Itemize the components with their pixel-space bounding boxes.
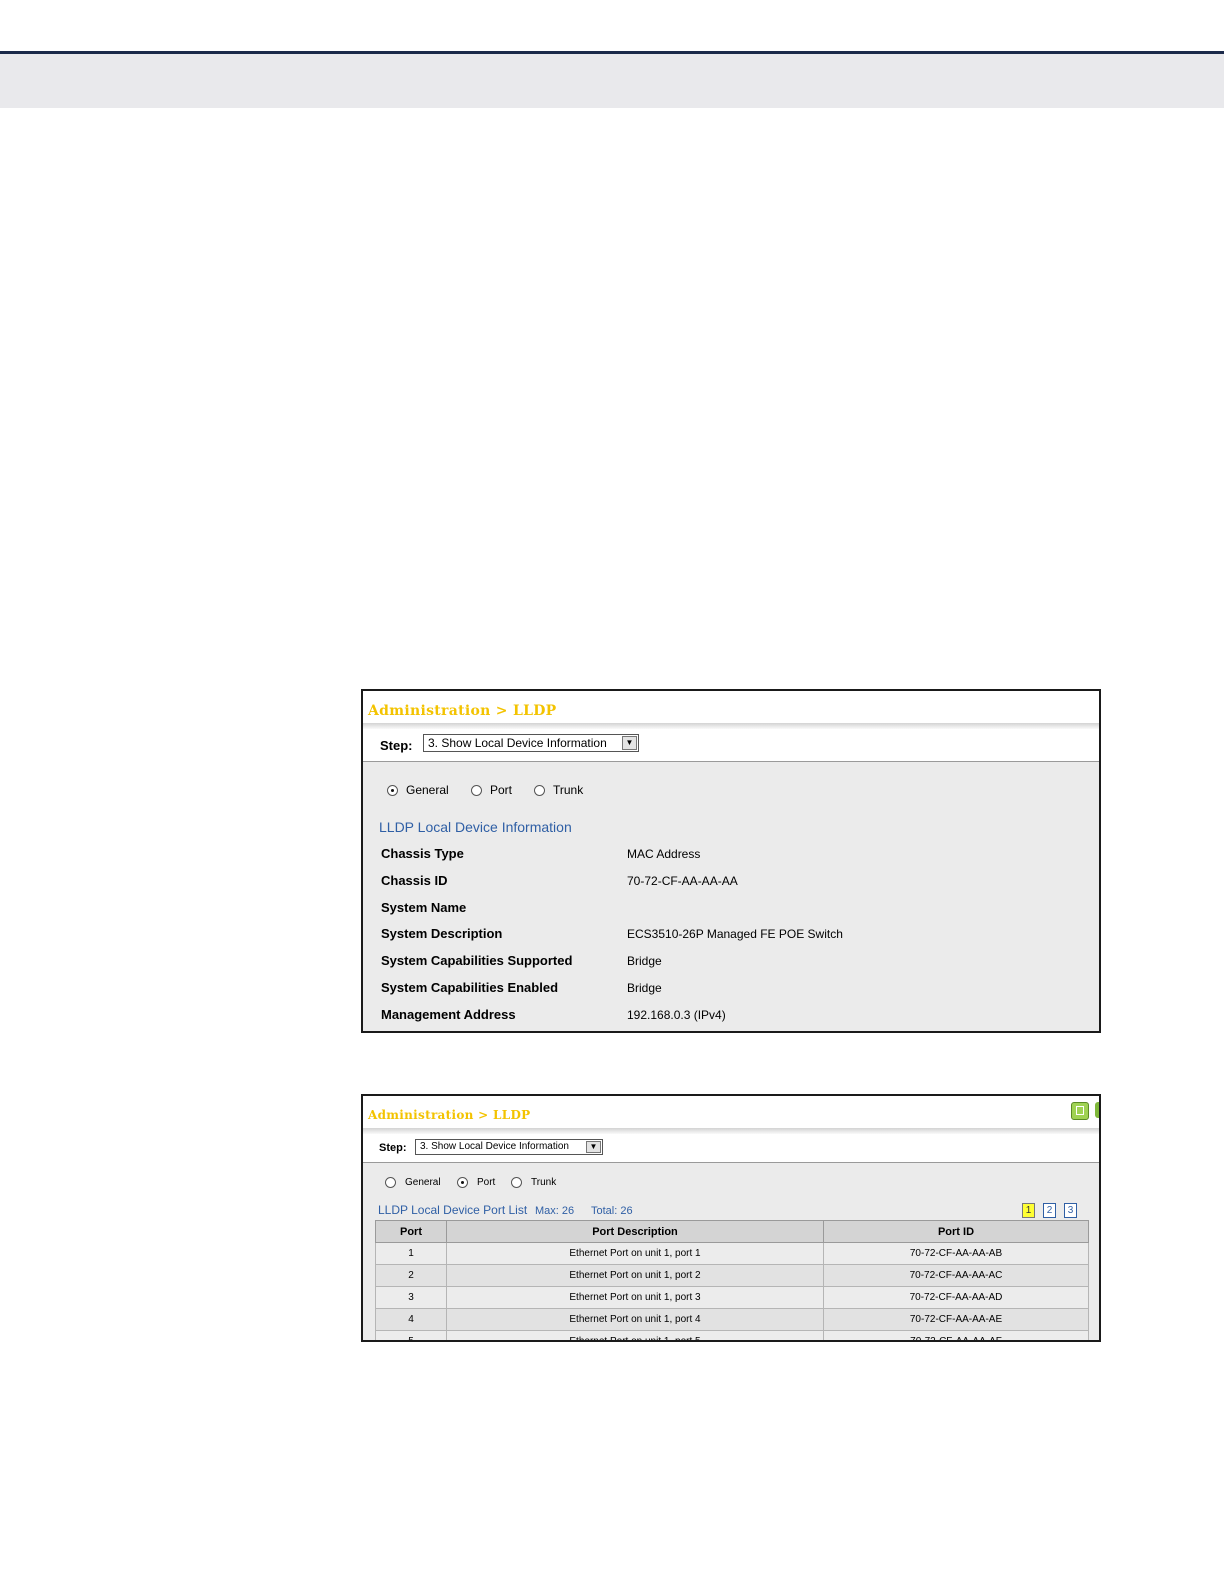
field-label: System Capabilities Enabled (381, 980, 559, 995)
page-link-3[interactable]: 3 (1064, 1203, 1077, 1218)
radio-button-general[interactable] (387, 784, 398, 796)
step-select-value: 3. Show Local Device Information (428, 736, 607, 750)
radio-label-general: General (406, 783, 449, 797)
cell-port: 4 (375, 1308, 447, 1331)
save-icon[interactable] (1071, 1102, 1089, 1120)
field-label: System Name (381, 900, 467, 915)
field-value: ECS3510-26P Managed FE POE Switch (627, 927, 843, 941)
max-count: Max: 26 (535, 1205, 575, 1217)
radio-general[interactable]: General (385, 1177, 441, 1188)
radio-label-port: Port (477, 1177, 496, 1188)
cell-description: Ethernet Port on unit 1, port 5 (446, 1330, 824, 1340)
radio-button-general[interactable] (385, 1177, 396, 1188)
column-header-port-id[interactable]: Port ID (823, 1220, 1089, 1243)
step-select[interactable]: 3. Show Local Device Information ▼ (415, 1139, 603, 1155)
chevron-down-icon[interactable]: ▼ (622, 736, 637, 750)
table-row: 4 Ethernet Port on unit 1, port 4 70-72-… (375, 1308, 1089, 1331)
header-band (0, 54, 1224, 108)
radio-trunk[interactable]: Trunk (511, 1177, 556, 1188)
port-table: Port Port Description Port ID 1 Ethernet… (375, 1220, 1089, 1340)
cell-port: 3 (375, 1286, 447, 1309)
cell-description: Ethernet Port on unit 1, port 2 (446, 1264, 824, 1287)
toolbar-icon[interactable] (1095, 1102, 1099, 1118)
field-label: Chassis ID (381, 873, 448, 888)
radio-button-trunk[interactable] (534, 784, 545, 796)
field-value: 192.168.0.3 (IPv4) (627, 1008, 726, 1022)
cell-port-id: 70-72-CF-AA-AA-AC (823, 1264, 1089, 1287)
table-row: 1 Ethernet Port on unit 1, port 1 70-72-… (375, 1242, 1089, 1265)
cell-port-id: 70-72-CF-AA-AA-AD (823, 1286, 1089, 1309)
cell-description: Ethernet Port on unit 1, port 4 (446, 1308, 824, 1331)
radio-port[interactable]: Port (471, 783, 512, 797)
cell-port-id: 70-72-CF-AA-AA-AB (823, 1242, 1089, 1265)
field-label: System Description (381, 926, 503, 941)
radio-trunk[interactable]: Trunk (534, 783, 583, 797)
cell-port: 1 (375, 1242, 447, 1265)
radio-port[interactable]: Port (457, 1177, 495, 1188)
radio-button-port[interactable] (457, 1177, 468, 1188)
radio-general[interactable]: General (387, 783, 449, 797)
table-header-row: Port Port Description Port ID (375, 1220, 1089, 1243)
view-radio-group: General Port Trunk (363, 783, 763, 799)
cell-description: Ethernet Port on unit 1, port 3 (446, 1286, 824, 1309)
cell-port: 2 (375, 1264, 447, 1287)
field-value: Bridge (627, 954, 662, 968)
page-link-1[interactable]: 1 (1022, 1203, 1035, 1218)
panel-header: Administration > LLDP (363, 691, 1099, 723)
step-select[interactable]: 3. Show Local Device Information ▼ (423, 734, 639, 752)
column-header-description[interactable]: Port Description (446, 1220, 824, 1243)
step-label: Step: (380, 738, 413, 753)
column-header-port[interactable]: Port (375, 1220, 447, 1243)
breadcrumb[interactable]: Administration > LLDP (368, 703, 557, 719)
step-select-value: 3. Show Local Device Information (420, 1141, 569, 1152)
section-title: LLDP Local Device Information (379, 819, 572, 835)
lldp-general-panel: Administration > LLDP Step: 3. Show Loca… (361, 689, 1101, 1033)
radio-label-trunk: Trunk (531, 1177, 557, 1188)
page-link-2[interactable]: 2 (1043, 1203, 1056, 1218)
cell-port: 5 (375, 1330, 447, 1340)
field-label: System Capabilities Supported (381, 953, 573, 968)
field-label: Chassis Type (381, 846, 464, 861)
panel-header: Administration > LLDP (363, 1096, 1099, 1128)
total-count: Total: 26 (591, 1205, 633, 1217)
field-value: MAC Address (627, 847, 701, 861)
radio-label-trunk: Trunk (553, 783, 584, 797)
field-value: Bridge (627, 981, 662, 995)
table-row: 3 Ethernet Port on unit 1, port 3 70-72-… (375, 1286, 1089, 1309)
cell-port-id: 70-72-CF-AA-AA-AF (823, 1330, 1089, 1340)
view-radio-group: General Port Trunk (363, 1177, 663, 1191)
table-row: 2 Ethernet Port on unit 1, port 2 70-72-… (375, 1264, 1089, 1287)
list-title: LLDP Local Device Port List (378, 1203, 528, 1217)
step-row: Step: 3. Show Local Device Information ▼ (363, 1134, 1099, 1163)
field-label: Management Address (381, 1007, 516, 1022)
radio-button-trunk[interactable] (511, 1177, 522, 1188)
radio-label-general: General (405, 1177, 441, 1188)
lldp-port-panel: Administration > LLDP Step: 3. Show Loca… (361, 1094, 1101, 1342)
radio-label-port: Port (490, 783, 513, 797)
cell-description: Ethernet Port on unit 1, port 1 (446, 1242, 824, 1265)
table-row: 5 Ethernet Port on unit 1, port 5 70-72-… (375, 1330, 1089, 1340)
step-row: Step: 3. Show Local Device Information ▼ (363, 729, 1099, 762)
chevron-down-icon[interactable]: ▼ (586, 1141, 601, 1153)
cell-port-id: 70-72-CF-AA-AA-AE (823, 1308, 1089, 1331)
breadcrumb[interactable]: Administration > LLDP (368, 1108, 530, 1122)
step-label: Step: (379, 1142, 407, 1154)
field-value: 70-72-CF-AA-AA-AA (627, 874, 738, 888)
radio-button-port[interactable] (471, 784, 482, 796)
